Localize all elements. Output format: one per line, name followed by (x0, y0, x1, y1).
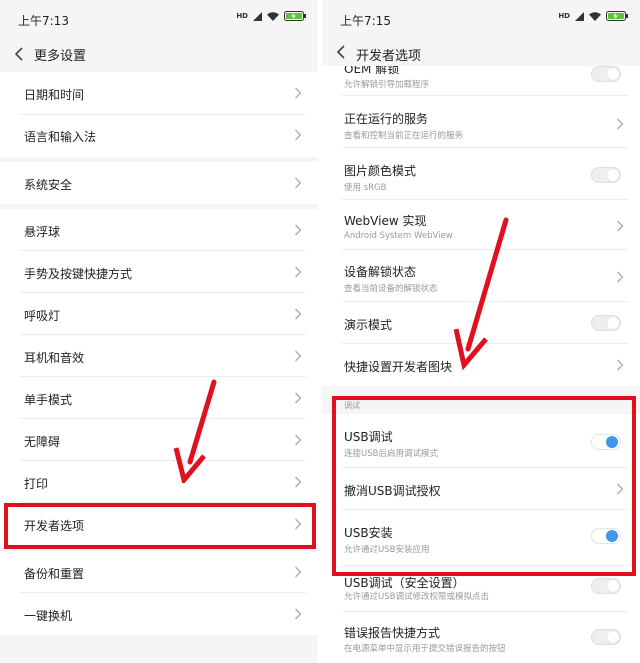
dev-item-label: 设备解锁状态 (344, 265, 417, 279)
dev-item-subtitle: 在电源菜单中显示用于提交错误报告的按钮 (344, 644, 506, 654)
chevron-right-icon (617, 220, 624, 232)
chevron-right-icon (295, 350, 302, 362)
status-bar: 上午7:13 HD (0, 0, 318, 36)
dev-item-subtitle: 允许解锁引导加载程序 (344, 80, 430, 90)
dev-item-color-mode[interactable]: 图片颜色模式 使用 sRGB (322, 148, 640, 200)
title-bar: 更多设置 (0, 36, 318, 72)
chevron-right-icon (617, 359, 624, 371)
dev-item-label: 演示模式 (344, 318, 393, 332)
battery-charging-icon (606, 11, 628, 21)
settings-item-accessibility[interactable]: 无障碍 (0, 419, 318, 461)
settings-item-one-handed[interactable]: 单手模式 (0, 377, 318, 419)
demo-mode-toggle[interactable] (591, 315, 621, 331)
back-arrow-icon[interactable] (334, 43, 350, 61)
chevron-right-icon (295, 224, 302, 236)
settings-item-label: 手势及按键快捷方式 (24, 267, 133, 281)
settings-item-label: 语言和输入法 (24, 130, 97, 144)
settings-item-notification-light[interactable]: 呼吸灯 (0, 293, 318, 335)
battery-charging-icon (284, 11, 306, 21)
annotation-highlight-box (332, 396, 636, 576)
right-screen: 上午7:15 HD OEM 解锁 允许解锁引导加载程序 正在运行的服务 查看和控… (322, 0, 640, 663)
settings-item-headphones-audio[interactable]: 耳机和音效 (0, 335, 318, 377)
page-title: 开发者选项 (356, 49, 422, 64)
status-time: 上午7:13 (18, 14, 69, 28)
annotation-arrow-icon (173, 379, 217, 483)
settings-item-label: 系统安全 (24, 178, 73, 192)
wifi-icon (589, 11, 601, 21)
chevron-right-icon (295, 129, 302, 141)
dev-item-label: 图片颜色模式 (344, 164, 417, 178)
left-screen: 上午7:13 HD 更多设置 日期和时间 语言和输入法 系统安全 悬浮球 手势及… (0, 0, 318, 663)
settings-item-date-time[interactable]: 日期和时间 (0, 72, 318, 115)
settings-item-label: 呼吸灯 (24, 309, 61, 323)
back-arrow-icon[interactable] (12, 45, 28, 63)
dev-item-label: 正在运行的服务 (344, 112, 429, 126)
settings-item-gestures[interactable]: 手势及按键快捷方式 (0, 251, 318, 293)
settings-item-label: 一键换机 (24, 609, 73, 623)
status-time: 上午7:15 (340, 14, 391, 28)
dev-item-subtitle: 允许通过USB调试修改权限或模拟点击 (344, 592, 489, 602)
chevron-right-icon (295, 392, 302, 404)
settings-item-floating-ball[interactable]: 悬浮球 (0, 209, 318, 251)
settings-item-label: 备份和重置 (24, 567, 85, 581)
status-icons: HD (236, 11, 306, 21)
chevron-right-icon (295, 476, 302, 488)
cellular-signal-icon (575, 11, 584, 21)
usb-debug-security-toggle[interactable] (591, 578, 621, 594)
chevron-right-icon (617, 118, 624, 130)
settings-item-language-input[interactable]: 语言和输入法 (0, 115, 318, 157)
dev-item-subtitle: 使用 sRGB (344, 183, 387, 193)
dev-item-subtitle: 查看和控制当前正在运行的服务 (344, 131, 464, 141)
dev-item-label: 快捷设置开发者图块 (344, 360, 453, 374)
page-title: 更多设置 (34, 49, 87, 64)
chevron-right-icon (295, 308, 302, 320)
settings-item-label: 打印 (24, 477, 49, 491)
status-bar: 上午7:15 HD (322, 0, 640, 36)
settings-item-label: 无障碍 (24, 435, 61, 449)
settings-item-label: 悬浮球 (24, 225, 61, 239)
dev-item-subtitle: Android System WebView (344, 231, 453, 241)
settings-item-label: 单手模式 (24, 393, 73, 407)
dev-item-label: WebView 实现 (344, 214, 427, 228)
dev-item-label: USB调试（安全设置） (344, 576, 465, 590)
dev-item-label: 错误报告快捷方式 (344, 626, 441, 640)
dev-item-bug-report-shortcut[interactable]: 错误报告快捷方式 在电源菜单中显示用于提交错误报告的按钮 (322, 612, 640, 663)
settings-item-phone-migration[interactable]: 一键换机 (0, 593, 318, 635)
chevron-right-icon (295, 87, 302, 99)
settings-item-system-security[interactable]: 系统安全 (0, 162, 318, 204)
chevron-right-icon (295, 608, 302, 620)
color-mode-toggle[interactable] (591, 167, 621, 183)
signal-icon: HD (236, 12, 248, 20)
settings-item-label: 日期和时间 (24, 88, 85, 102)
settings-item-label: 耳机和音效 (24, 351, 85, 365)
title-bar: 开发者选项 (322, 36, 640, 66)
chevron-right-icon (295, 177, 302, 189)
cellular-signal-icon (253, 11, 262, 21)
oem-unlock-toggle[interactable] (591, 66, 621, 82)
signal-icon: HD (558, 12, 570, 20)
settings-item-print[interactable]: 打印 (0, 461, 318, 503)
chevron-right-icon (295, 566, 302, 578)
chevron-right-icon (295, 434, 302, 446)
annotation-arrow-icon (454, 217, 509, 370)
dev-item-running-services[interactable]: 正在运行的服务 查看和控制当前正在运行的服务 (322, 96, 640, 148)
annotation-highlight-box (4, 503, 316, 549)
wifi-icon (267, 11, 279, 21)
settings-item-backup-reset[interactable]: 备份和重置 (0, 551, 318, 593)
status-icons: HD (558, 11, 628, 21)
bug-report-toggle[interactable] (591, 629, 621, 645)
chevron-right-icon (295, 266, 302, 278)
dev-item-subtitle: 查看当前设备的解锁状态 (344, 284, 438, 294)
chevron-right-icon (617, 271, 624, 283)
